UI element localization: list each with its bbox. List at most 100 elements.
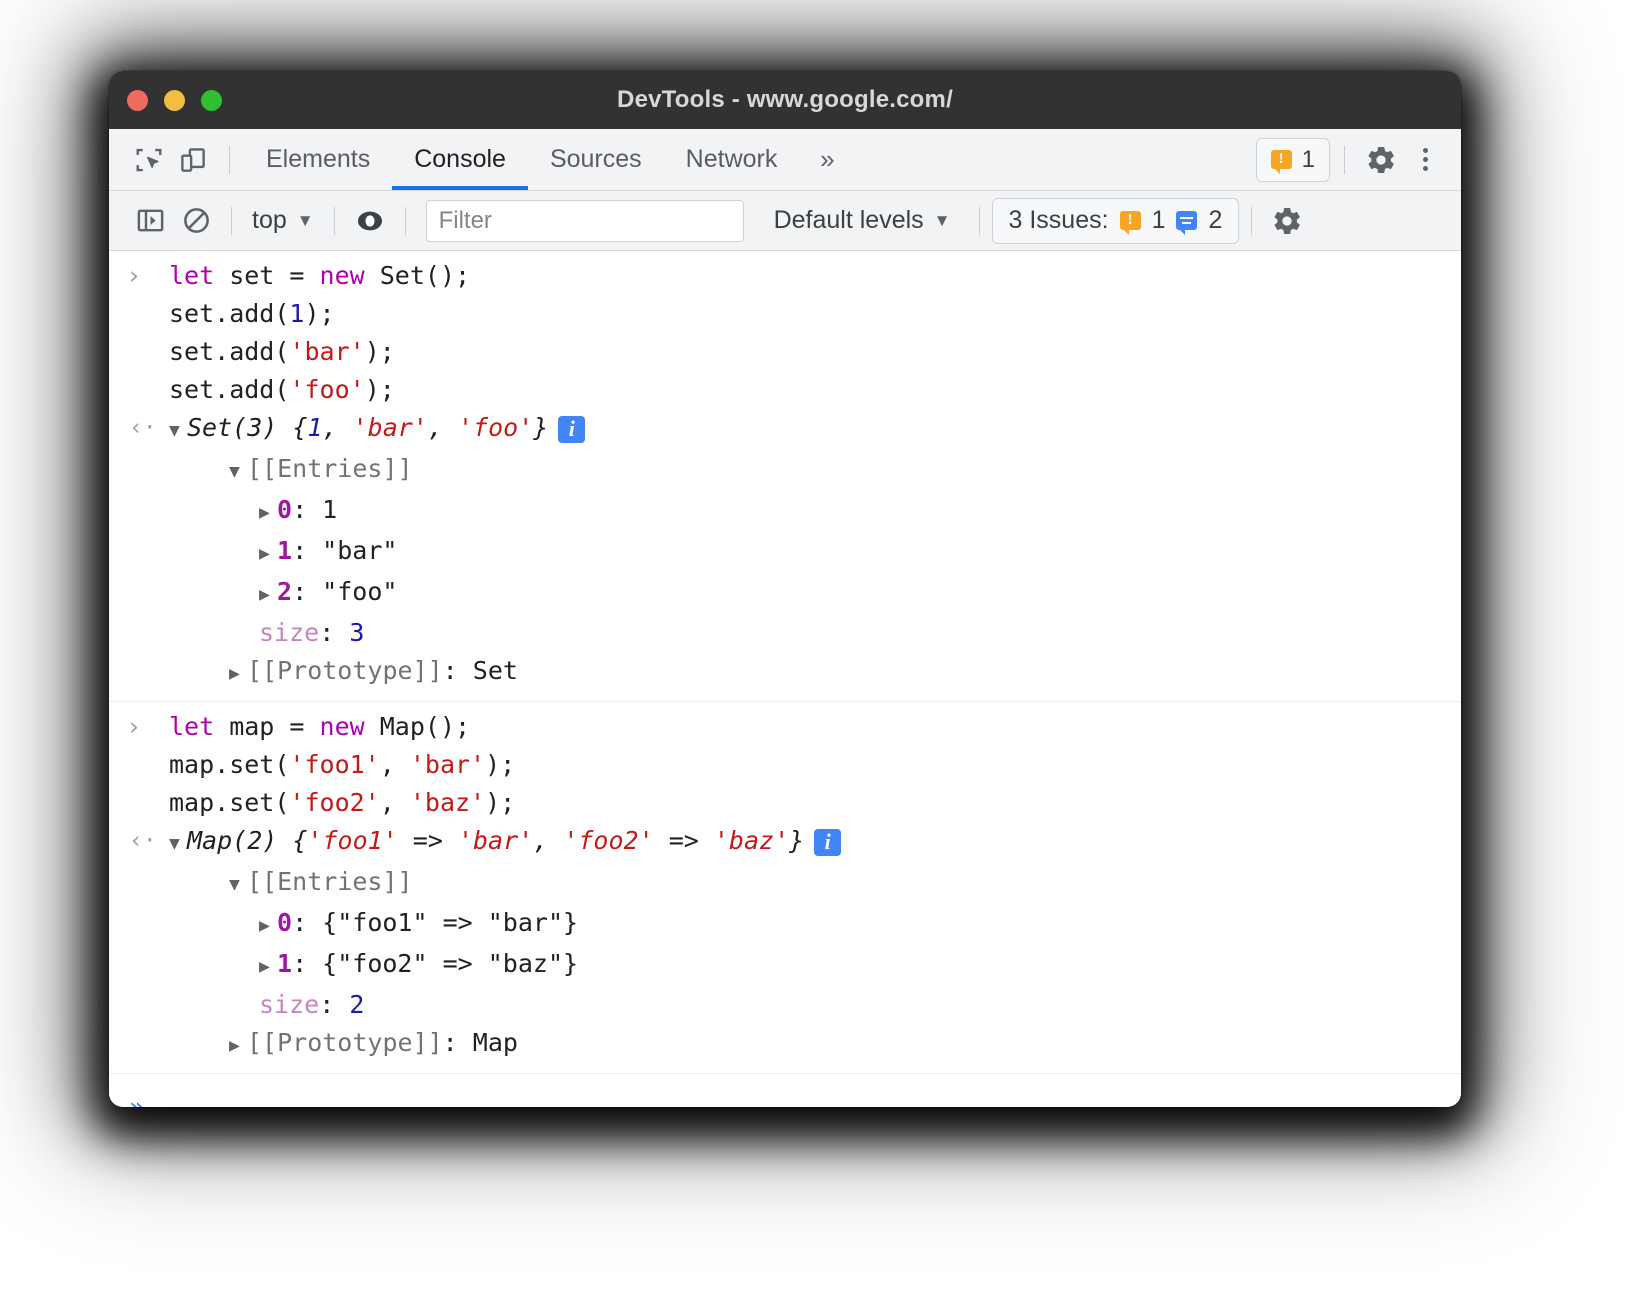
entries-header-row[interactable]: ▼[[Entries]] [169, 863, 841, 904]
collapse-triangle-icon[interactable]: ▶ [259, 948, 277, 986]
tab-network[interactable]: Network [664, 129, 800, 190]
expand-triangle-icon-entries[interactable]: ▼ [229, 866, 247, 904]
collapse-triangle-icon[interactable]: ▶ [259, 494, 277, 532]
kebab-menu-icon[interactable] [1403, 138, 1447, 182]
entry-row[interactable]: ▶0: 1 [169, 491, 585, 532]
more-tabs-icon[interactable]: » [799, 129, 855, 190]
entry-value: "foo" [322, 577, 397, 606]
console-prompt-icon: » [129, 1088, 169, 1107]
devtools-tabbar: Elements Console Sources Network » ! 1 [109, 129, 1461, 191]
tab-console[interactable]: Console [392, 129, 528, 190]
tabbar-divider-right [1344, 146, 1345, 174]
expand-triangle-icon[interactable]: ▼ [169, 825, 187, 863]
entry-value: {"foo1" => "bar"} [322, 908, 578, 937]
info-badge-icon[interactable]: i [558, 416, 585, 443]
warning-count-label: 1 [1302, 146, 1315, 174]
tab-sources[interactable]: Sources [528, 129, 664, 190]
console-result-body: ▼Set(3) {1, 'bar', 'foo'}i ▼[[Entries]] … [169, 409, 585, 693]
log-levels-selector[interactable]: Default levels ▼ [758, 206, 967, 235]
preview-token: Set(3) [187, 413, 292, 442]
live-expression-icon[interactable] [347, 199, 393, 243]
prototype-row[interactable]: ▶[[Prototype]]: Set [169, 652, 585, 693]
expand-triangle-icon[interactable]: ▼ [169, 412, 187, 450]
entry-row[interactable]: ▶1: "bar" [169, 532, 585, 573]
filterbar-divider-1 [231, 207, 232, 235]
console-output[interactable]: › let set = new Set(); set.add(1); set.a… [109, 251, 1461, 1107]
size-row: size: 2 [169, 986, 841, 1024]
tab-elements[interactable]: Elements [244, 129, 392, 190]
expand-triangle-icon-entries[interactable]: ▼ [229, 453, 247, 491]
object-preview-text: Map(2) {'foo1' => 'bar', 'foo2' => 'baz'… [187, 826, 804, 855]
preview-token: , [322, 413, 352, 442]
panel-tabs: Elements Console Sources Network » [244, 129, 855, 190]
info-badge-icon[interactable]: i [814, 829, 841, 856]
code-token: = [289, 712, 319, 741]
console-input-row[interactable]: › let map = new Map(); map.set('foo1', '… [109, 708, 1461, 822]
preview-token: } [789, 826, 804, 855]
issues-warning-glyph: ! [1120, 211, 1141, 230]
collapse-triangle-icon-prototype[interactable]: ▶ [229, 1027, 247, 1065]
entry-row[interactable]: ▶0: {"foo1" => "bar"} [169, 904, 841, 945]
issues-label: 3 Issues: [1009, 206, 1109, 235]
preview-token: => [398, 826, 458, 855]
issues-chip[interactable]: 3 Issues: ! 1 2 [992, 198, 1240, 244]
entry-key: 2 [277, 577, 292, 606]
preview-token: 'foo1' [307, 826, 397, 855]
code-token: , [380, 788, 410, 817]
filter-input[interactable] [426, 200, 744, 242]
code-token: 'baz' [410, 788, 485, 817]
code-token: 'foo1' [289, 750, 379, 779]
preview-token: 'foo2' [563, 826, 653, 855]
input-prompt-icon: › [129, 708, 169, 746]
code-token: new [320, 712, 365, 741]
collapse-triangle-icon[interactable]: ▶ [259, 907, 277, 945]
collapse-triangle-icon-prototype[interactable]: ▶ [229, 655, 247, 693]
issues-info-bubble-icon [1176, 211, 1197, 230]
console-output-row[interactable]: ‹· ▼Set(3) {1, 'bar', 'foo'}i ▼[[Entries… [109, 409, 1461, 693]
console-prompt-row[interactable]: » [109, 1074, 1461, 1107]
warning-bubble-icon: ! [1271, 150, 1292, 169]
code-token: map [214, 712, 289, 741]
collapse-triangle-icon[interactable]: ▶ [259, 535, 277, 573]
size-label: size [259, 618, 319, 647]
entries-header-row[interactable]: ▼[[Entries]] [169, 450, 585, 491]
device-toolbar-icon[interactable] [171, 138, 215, 182]
execution-context-selector[interactable]: top ▼ [244, 206, 322, 235]
entry-row[interactable]: ▶1: {"foo2" => "baz"} [169, 945, 841, 986]
console-input-row[interactable]: › let set = new Set(); set.add(1); set.a… [109, 257, 1461, 409]
console-group-map: › let map = new Map(); map.set('foo1', '… [109, 702, 1461, 1074]
code-token: let [169, 712, 214, 741]
window-title: DevTools - www.google.com/ [109, 86, 1461, 114]
size-value: 2 [349, 990, 364, 1019]
entry-row[interactable]: ▶2: "foo" [169, 573, 585, 614]
zoom-window-button[interactable] [201, 90, 222, 111]
warning-count-chip[interactable]: ! 1 [1256, 138, 1330, 182]
preview-token: => [654, 826, 714, 855]
prototype-label: [[Prototype]] [247, 1028, 443, 1057]
object-preview-line[interactable]: ▼Set(3) {1, 'bar', 'foo'}i [169, 409, 585, 450]
filterbar-divider-3 [405, 207, 406, 235]
preview-token: 'foo' [458, 413, 533, 442]
inspect-element-icon[interactable] [127, 138, 171, 182]
console-output-row[interactable]: ‹· ▼Map(2) {'foo1' => 'bar', 'foo2' => '… [109, 822, 1461, 1065]
console-settings-gear-icon[interactable] [1264, 199, 1310, 243]
devtools-window: DevTools - www.google.com/ Elements Cons… [109, 71, 1461, 1107]
clear-console-icon[interactable] [173, 199, 219, 243]
prototype-value: Set [473, 656, 518, 685]
gear-icon[interactable] [1359, 138, 1403, 182]
prototype-label: [[Prototype]] [247, 656, 443, 685]
entry-key: 0 [277, 495, 292, 524]
chevron-down-icon: ▼ [297, 211, 314, 231]
console-sidebar-icon[interactable] [127, 199, 173, 243]
minimize-window-button[interactable] [164, 90, 185, 111]
warning-exclamation-glyph: ! [1271, 150, 1292, 169]
console-result-body: ▼Map(2) {'foo1' => 'bar', 'foo2' => 'baz… [169, 822, 841, 1065]
console-input-code: let set = new Set(); set.add(1); set.add… [169, 257, 470, 409]
prototype-row[interactable]: ▶[[Prototype]]: Map [169, 1024, 841, 1065]
collapse-triangle-icon[interactable]: ▶ [259, 576, 277, 614]
chevron-down-icon-levels: ▼ [934, 211, 951, 231]
close-window-button[interactable] [127, 90, 148, 111]
object-preview-line[interactable]: ▼Map(2) {'foo1' => 'bar', 'foo2' => 'baz… [169, 822, 841, 863]
code-token: ); [304, 299, 334, 328]
issues-info-lines [1176, 211, 1197, 230]
